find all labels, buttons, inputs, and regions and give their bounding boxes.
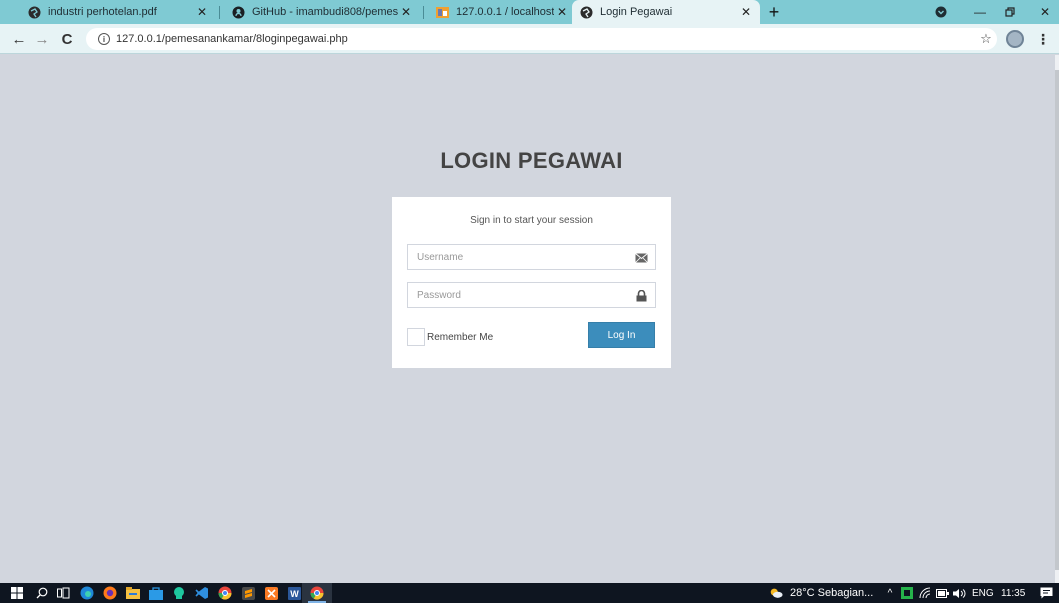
close-icon[interactable]: ✕ [194, 4, 210, 20]
chevron-up-icon[interactable]: ^ [883, 586, 897, 600]
url-text: 127.0.0.1/pemesanankamar/8loginpegawai.p… [116, 33, 348, 45]
close-icon[interactable]: ✕ [738, 4, 754, 20]
browser-toolbar: ← → C i 127.0.0.1/pemesanankamar/8loginp… [0, 24, 1059, 54]
remember-me[interactable]: Remember Me [407, 328, 493, 346]
globe-icon [28, 6, 41, 19]
tab-login-pegawai[interactable]: Login Pegawai ✕ [572, 0, 760, 24]
tab-separator [423, 6, 424, 19]
page-scrollbar-thumb[interactable] [1055, 70, 1059, 570]
notification-icon[interactable] [1039, 586, 1053, 600]
speaker-icon[interactable] [952, 586, 966, 600]
chrome-icon[interactable] [218, 586, 232, 600]
tab-title: GitHub - imambudi808/pemesanankamar [252, 6, 398, 18]
tab-title: 127.0.0.1 / localhost / 8471 / pelanggan [456, 6, 554, 18]
login-button[interactable]: Log In [588, 322, 655, 348]
browser-menu-icon[interactable]: ⋮ [1036, 28, 1050, 50]
forward-arrow-icon[interactable]: → [31, 28, 53, 50]
tab-industri-perhotelan[interactable]: industri perhotelan.pdf ✕ [20, 0, 216, 24]
tab-github[interactable]: GitHub - imambudi808/pemesanankamar ✕ [224, 0, 420, 24]
minimize-icon[interactable]: — [966, 0, 994, 24]
address-bar[interactable]: i 127.0.0.1/pemesanankamar/8loginpegawai… [86, 28, 997, 50]
tab-phpmyadmin[interactable]: 127.0.0.1 / localhost / 8471 / pelanggan… [428, 0, 576, 24]
xampp-icon[interactable] [264, 586, 278, 600]
close-icon[interactable]: ✕ [398, 4, 414, 20]
svg-text:W: W [290, 589, 299, 599]
weather-cloud-icon[interactable] [769, 586, 783, 600]
windows-taskbar: W 28°C Sebagian... ^ ENG 11:35 [0, 583, 1059, 603]
globe-icon [580, 6, 593, 19]
remember-me-checkbox[interactable] [407, 328, 425, 346]
tab-title: industri perhotelan.pdf [48, 6, 157, 18]
tab-search-icon[interactable] [927, 0, 955, 24]
bookmark-star-icon[interactable]: ☆ [976, 28, 996, 50]
phpmyadmin-icon [436, 6, 449, 19]
file-explorer-icon[interactable] [126, 586, 140, 600]
login-box: Sign in to start your session Remember M… [392, 197, 671, 368]
chrome-icon[interactable] [310, 586, 324, 600]
info-icon[interactable]: i [98, 33, 110, 45]
wifi-icon[interactable] [918, 586, 932, 600]
task-view-icon[interactable] [56, 586, 70, 600]
password-field[interactable] [407, 282, 656, 308]
firefox-icon[interactable] [103, 586, 117, 600]
edge-icon[interactable] [80, 586, 94, 600]
reload-icon[interactable]: C [56, 28, 78, 50]
tray-app-icon[interactable] [900, 586, 914, 600]
clock-time[interactable]: 11:35 [1001, 583, 1025, 603]
github-icon [232, 6, 245, 19]
sublime-text-icon[interactable] [241, 586, 255, 600]
login-box-message: Sign in to start your session [470, 215, 593, 226]
username-input[interactable] [408, 245, 655, 269]
new-tab-button[interactable]: + [764, 0, 784, 24]
tab-title: Login Pegawai [600, 6, 673, 18]
profile-avatar-icon[interactable] [1006, 30, 1024, 48]
store-icon[interactable] [149, 586, 163, 600]
restore-icon[interactable] [996, 0, 1024, 24]
page-viewport: LOGIN PEGAWAI Sign in to start your sess… [0, 55, 1059, 583]
lock-icon [634, 289, 648, 302]
windows-start-icon[interactable] [10, 586, 24, 600]
word-icon[interactable]: W [287, 586, 301, 600]
password-input[interactable] [408, 283, 655, 307]
close-icon[interactable]: ✕ [554, 4, 570, 20]
username-field[interactable] [407, 244, 656, 270]
close-window-icon[interactable]: ✕ [1031, 0, 1059, 24]
language-indicator[interactable]: ENG [972, 583, 994, 603]
page-title: LOGIN PEGAWAI [440, 148, 623, 173]
envelope-icon [634, 251, 648, 264]
remember-me-label: Remember Me [427, 331, 494, 343]
back-arrow-icon[interactable]: ← [8, 28, 30, 50]
browser-tab-strip: industri perhotelan.pdf ✕ GitHub - imamb… [0, 0, 1059, 24]
gitkraken-icon[interactable] [172, 586, 186, 600]
search-icon[interactable] [35, 586, 49, 600]
tab-separator [219, 6, 220, 19]
battery-icon[interactable] [935, 586, 949, 600]
weather-text[interactable]: 28°C Sebagian... [790, 583, 873, 603]
vscode-icon[interactable] [195, 586, 209, 600]
